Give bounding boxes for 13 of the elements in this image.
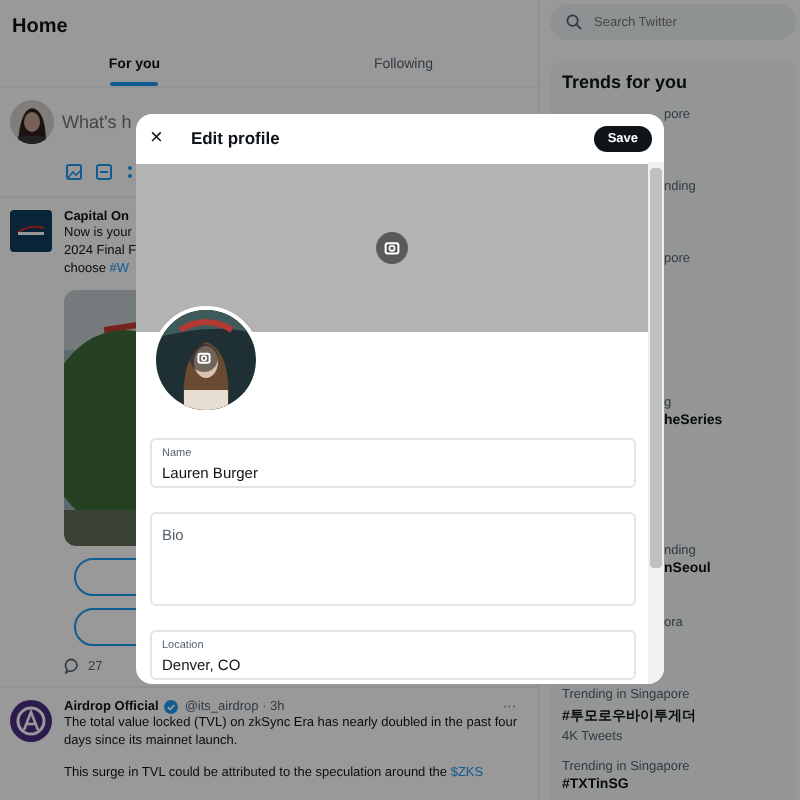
scrollbar-thumb[interactable] (650, 168, 662, 568)
page-title: Home (10, 14, 70, 42)
close-button[interactable]: × (150, 127, 163, 149)
brand-logo-icon (10, 210, 52, 252)
search-icon (566, 14, 582, 30)
comment-icon[interactable] (64, 658, 80, 674)
avatar-icon[interactable] (10, 700, 52, 742)
section-title: Trends for you (562, 72, 690, 92)
gif-icon[interactable] (96, 164, 112, 180)
camera-icon[interactable] (376, 232, 408, 264)
compose-field[interactable]: What's h (62, 112, 134, 132)
image-icon[interactable] (66, 164, 82, 180)
dialog-title: Edit profile (190, 128, 280, 148)
